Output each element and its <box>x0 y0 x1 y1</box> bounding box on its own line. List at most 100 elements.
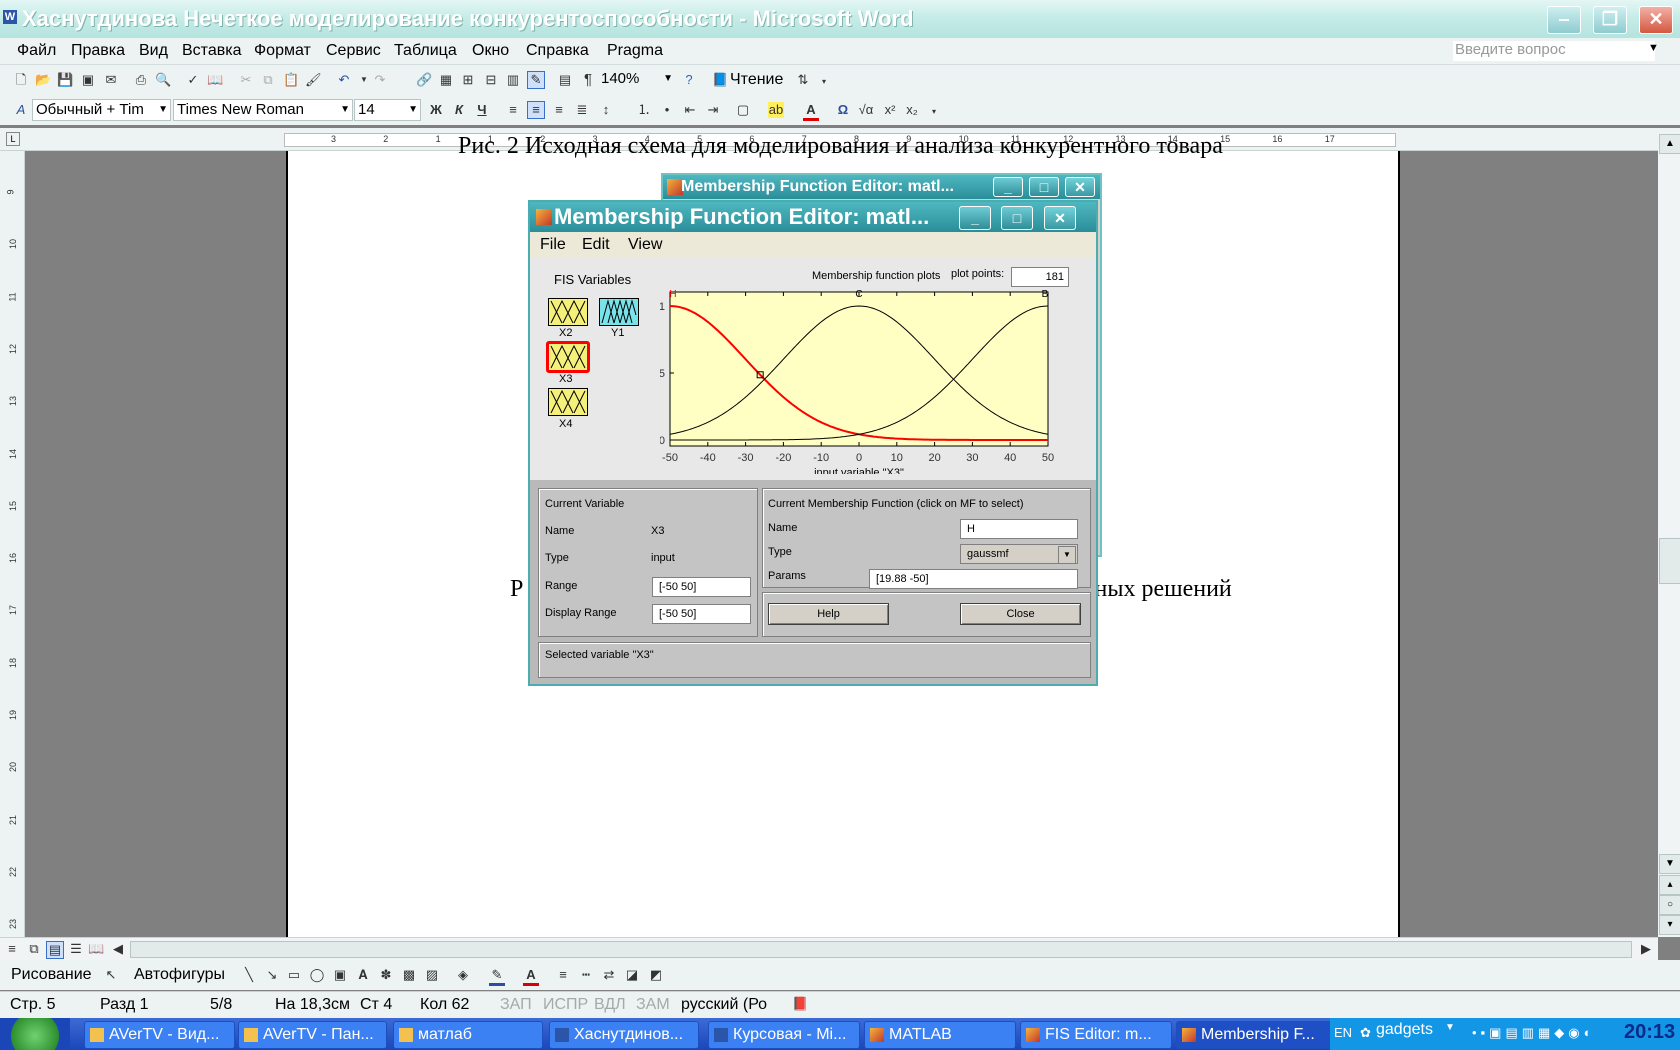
insert-table-icon[interactable]: ⊞ <box>460 72 476 88</box>
close-dialog-button[interactable]: Close <box>960 603 1081 625</box>
prev-page-icon[interactable]: ▴ <box>1659 875 1680 895</box>
draw-font-color-icon[interactable]: A <box>523 967 539 986</box>
line-style-icon[interactable]: ≡ <box>555 967 571 983</box>
restore-button[interactable]: ❐ <box>1593 6 1627 34</box>
normal-view-icon[interactable]: ≡ <box>4 941 20 957</box>
taskbar-item-word-doc-2[interactable]: Курсовая - Mi... <box>708 1021 860 1049</box>
menu-format[interactable]: Формат <box>254 42 311 60</box>
toolbar-options-icon[interactable]: ▾ <box>816 74 832 90</box>
ask-dropdown-icon[interactable]: ▼ <box>1648 42 1659 54</box>
equation-icon[interactable]: √α <box>858 102 874 118</box>
menu-edit[interactable]: Правка <box>71 42 125 60</box>
drawing-icon[interactable]: ✎ <box>527 71 545 89</box>
taskbar-item-avertv-panel[interactable]: AVerTV - Пан... <box>238 1021 387 1049</box>
close-button[interactable]: ✕ <box>1639 6 1673 34</box>
hscroll-thumb[interactable] <box>130 941 1632 958</box>
dash-style-icon[interactable]: ┅ <box>578 967 594 983</box>
print-icon[interactable]: ⎙ <box>133 72 149 88</box>
font-color-icon[interactable]: A <box>803 102 819 121</box>
scroll-thumb[interactable] <box>1659 538 1680 584</box>
permission-icon[interactable]: ▣ <box>80 72 96 88</box>
reading-view-icon[interactable]: 📖 <box>88 941 104 957</box>
back-mf-editor-titlebar[interactable]: Membership Function Editor: matl... _ □ … <box>663 175 1100 199</box>
oval-icon[interactable]: ◯ <box>309 967 325 983</box>
mf-menu-edit[interactable]: Edit <box>582 236 610 254</box>
back-minimize-button[interactable]: _ <box>993 177 1023 197</box>
justify-icon[interactable]: ≣ <box>574 102 590 118</box>
rectangle-icon[interactable]: ▭ <box>286 967 302 983</box>
fill-color-icon[interactable]: ◈ <box>455 967 471 983</box>
language-indicator[interactable]: EN <box>1334 1025 1352 1040</box>
fis-variable-x3[interactable] <box>546 341 590 373</box>
undo-dropdown-icon[interactable]: ▼ <box>356 72 372 88</box>
increase-indent-icon[interactable]: ⇥ <box>705 102 721 118</box>
gadgets-dropdown-icon[interactable]: ▼ <box>1445 1022 1455 1033</box>
horizontal-scrollbar[interactable]: ≡ ⧉ ▤ ☰ 📖 ◀ ▶ <box>0 937 1658 960</box>
picture-icon[interactable]: ▨ <box>424 967 440 983</box>
taskbar-item-avertv-view[interactable]: AVerTV - Вид... <box>84 1021 235 1049</box>
var-display-range-input[interactable]: [-50 50] <box>652 604 751 624</box>
menu-pragma[interactable]: Pragma <box>607 42 663 60</box>
help-icon[interactable]: ? <box>681 72 697 88</box>
spelling-status-icon[interactable]: 📕 <box>792 996 808 1012</box>
ask-question-input[interactable]: Введите вопрос <box>1453 41 1655 61</box>
menu-window[interactable]: Окно <box>472 42 509 60</box>
save-icon[interactable]: 💾 <box>57 72 73 88</box>
membership-function-plot[interactable]: -50 -40 -30 -20 -10 0 10 20 30 40 50 0 0.5 1 input var… <box>660 284 1096 474</box>
style-select[interactable]: Обычный + Tim ▼ <box>32 99 171 121</box>
web-view-icon[interactable]: ⧉ <box>26 941 42 957</box>
highlight-icon[interactable]: ab <box>768 102 784 118</box>
omega-icon[interactable]: Ω <box>835 102 851 118</box>
superscript-icon[interactable]: x² <box>882 102 898 118</box>
back-maximize-button[interactable]: □ <box>1029 177 1059 197</box>
tab-selector-icon[interactable]: L <box>6 132 20 146</box>
insert-excel-icon[interactable]: ⊟ <box>483 72 499 88</box>
mf-minimize-button[interactable]: _ <box>959 206 991 230</box>
start-button[interactable] <box>0 1018 70 1050</box>
font-select[interactable]: Times New Roman ▼ <box>173 99 353 121</box>
styles-pane-icon[interactable]: A <box>13 102 29 118</box>
taskbar-item-matlab[interactable]: MATLAB <box>864 1021 1016 1049</box>
menu-insert[interactable]: Вставка <box>182 42 241 60</box>
taskbar-item-matlab-folder[interactable]: матлаб <box>393 1021 543 1049</box>
mf-type-select[interactable]: gaussmf ▼ <box>960 544 1078 564</box>
sort-icon[interactable]: ⇅ <box>795 72 811 88</box>
textbox-icon[interactable]: ▣ <box>332 967 348 983</box>
outline-view-icon[interactable]: ☰ <box>68 941 84 957</box>
open-icon[interactable]: 📂 <box>35 72 51 88</box>
redo-icon[interactable]: ↷ <box>372 72 388 88</box>
document-map-icon[interactable]: ▤ <box>557 72 573 88</box>
arrow-icon[interactable]: ↘ <box>264 967 280 983</box>
select-objects-icon[interactable]: ↖ <box>103 967 119 983</box>
menu-table[interactable]: Таблица <box>394 42 457 60</box>
autoshapes-menu[interactable]: Автофигуры <box>134 966 225 984</box>
draw-menu[interactable]: Рисование <box>11 966 92 984</box>
subscript-icon[interactable]: x₂ <box>904 102 920 118</box>
taskbar-item-mf-editor[interactable]: Membership F... <box>1176 1021 1348 1049</box>
3d-icon[interactable]: ◩ <box>648 967 664 983</box>
decrease-indent-icon[interactable]: ⇤ <box>682 102 698 118</box>
mf-editor-window[interactable]: Membership Function Editor: matl... _ □ … <box>528 200 1098 686</box>
align-center-icon[interactable]: ≡ <box>527 101 545 119</box>
mf-name-input[interactable]: H <box>960 519 1078 539</box>
status-ext[interactable]: ВДЛ <box>594 996 626 1014</box>
fis-variable-y1[interactable] <box>599 298 639 326</box>
back-close-button[interactable]: ✕ <box>1065 177 1095 197</box>
mf-type-dropdown-icon[interactable]: ▼ <box>1058 546 1076 564</box>
format-painter-icon[interactable]: 🖌 <box>305 72 322 88</box>
align-right-icon[interactable]: ≡ <box>551 102 567 118</box>
zoom-select[interactable]: 140% ▼ <box>598 69 675 89</box>
next-page-icon[interactable]: ▾ <box>1659 915 1680 935</box>
menu-file[interactable]: Файл <box>17 42 56 60</box>
minimize-button[interactable]: ‒ <box>1547 6 1581 34</box>
scroll-up-icon[interactable]: ▲ <box>1659 134 1680 154</box>
mf-maximize-button[interactable]: □ <box>1001 206 1033 230</box>
columns-icon[interactable]: ▥ <box>505 72 521 88</box>
scroll-down-icon[interactable]: ▼ <box>1659 854 1680 874</box>
copy-icon[interactable]: ⧉ <box>260 72 276 88</box>
menu-service[interactable]: Сервис <box>326 42 381 60</box>
cut-icon[interactable]: ✂ <box>238 72 254 88</box>
status-trk[interactable]: ИСПР <box>543 996 588 1014</box>
numbering-icon[interactable]: ⒈ <box>636 102 652 118</box>
clipart-icon[interactable]: ▩ <box>401 967 417 983</box>
